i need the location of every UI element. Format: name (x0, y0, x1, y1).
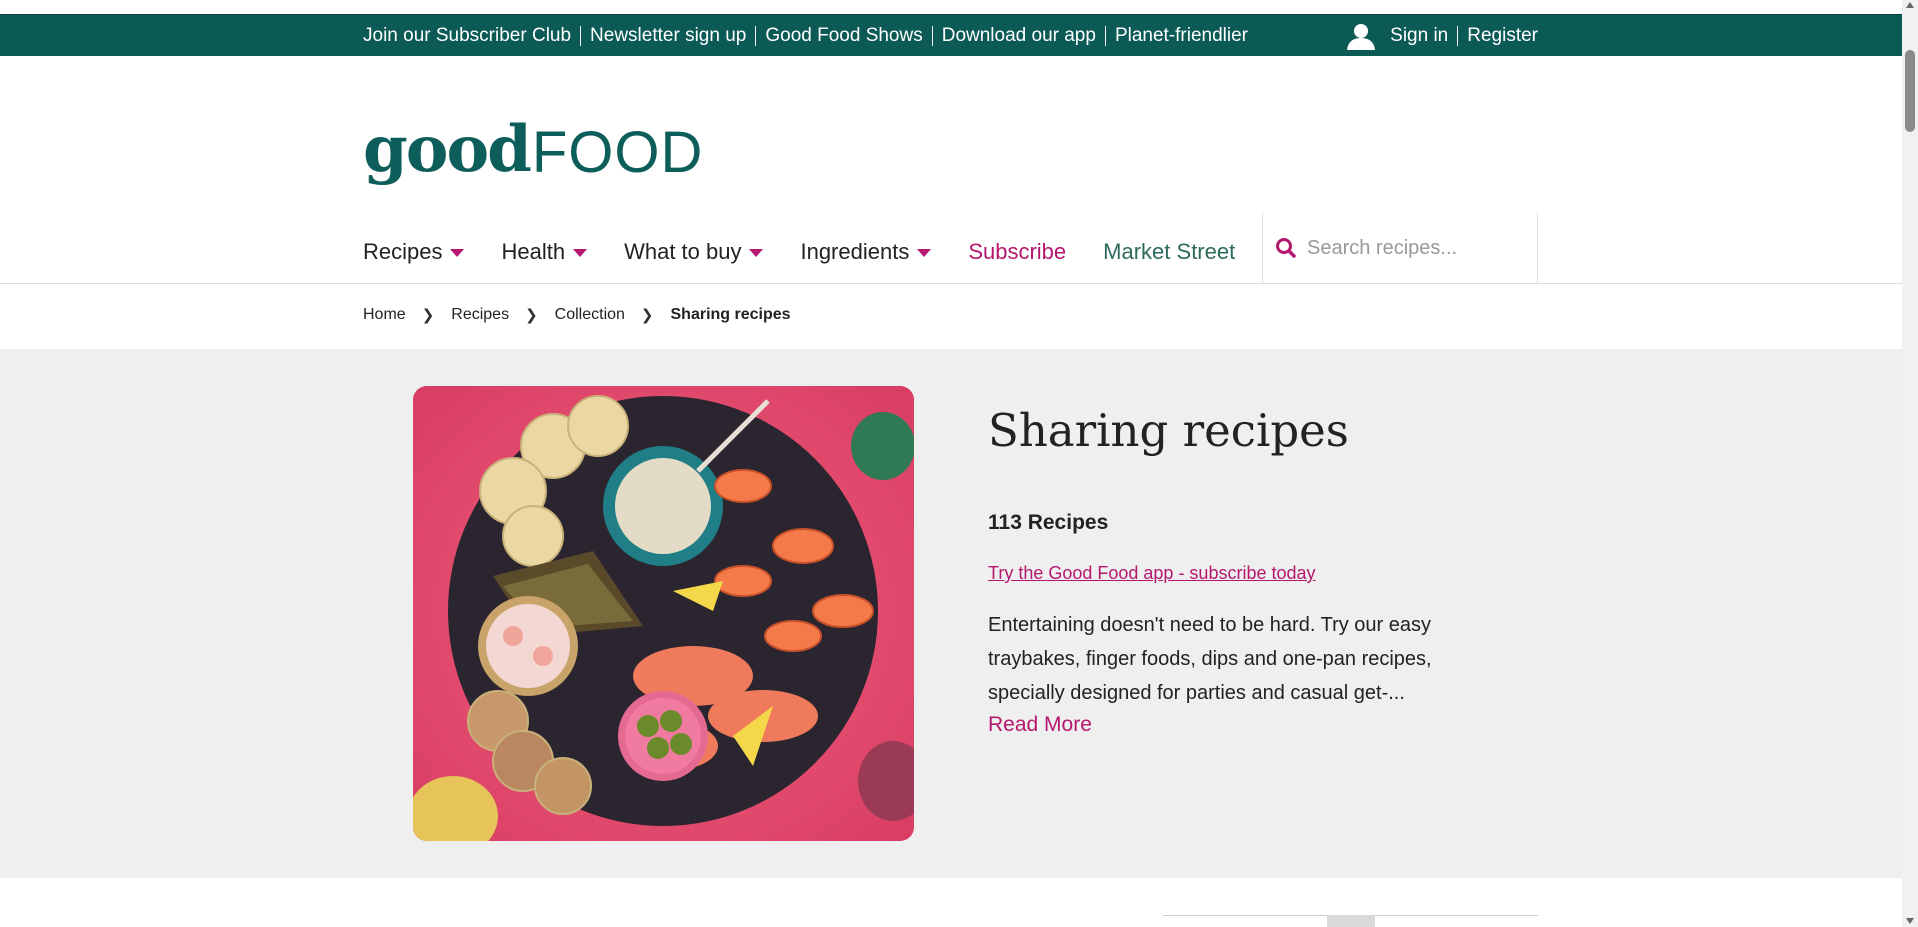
newsletter-link[interactable]: Newsletter sign up (590, 25, 746, 47)
breadcrumb-collection[interactable]: Collection (555, 306, 625, 324)
scroll-up-icon[interactable] (1906, 2, 1914, 8)
read-more-button[interactable]: Read More (988, 713, 1092, 737)
collection-hero (0, 349, 1902, 878)
browser-top-strip (0, 0, 1902, 14)
nav-health[interactable]: Health (501, 239, 588, 265)
search-box (1262, 213, 1538, 283)
caret-down-icon (749, 249, 764, 257)
chevron-right-icon: ❯ (640, 307, 654, 324)
hero-image (413, 386, 914, 841)
nav-ingredients[interactable]: Ingredients (800, 239, 932, 265)
nav-ingredients-label: Ingredients (800, 239, 910, 264)
app-subscribe-link[interactable]: Try the Good Food app - subscribe today (988, 563, 1316, 584)
search-icon[interactable] (1273, 235, 1299, 261)
subscriber-club-link[interactable]: Join our Subscriber Club (363, 25, 571, 47)
utility-links: Join our Subscriber Club Newsletter sign… (363, 15, 1248, 57)
chevron-right-icon: ❯ (525, 307, 538, 324)
chevron-right-icon: ❯ (421, 307, 435, 324)
page-title: Sharing recipes (988, 404, 1349, 457)
scrollbar-thumb[interactable] (1905, 50, 1915, 132)
scroll-down-icon[interactable] (1906, 918, 1914, 924)
seafood-sharing-platter-image (413, 386, 914, 841)
page-scrollbar[interactable] (1902, 0, 1918, 927)
divider (1457, 26, 1459, 46)
planet-friendlier-link[interactable]: Planet-friendlier (1115, 25, 1248, 47)
nav-what-to-buy[interactable]: What to buy (624, 239, 764, 265)
breadcrumb-recipes[interactable]: Recipes (451, 306, 509, 324)
recipe-count: 113 Recipes (988, 511, 1109, 534)
nav-what-to-buy-label: What to buy (624, 239, 742, 264)
search-input[interactable] (1307, 236, 1527, 260)
logo-food: FOOD (531, 120, 704, 185)
divider (1104, 26, 1106, 46)
sign-in-link[interactable]: Sign in (1390, 25, 1448, 47)
user-icon[interactable] (1346, 22, 1376, 50)
caret-down-icon (573, 249, 588, 257)
caret-down-icon (917, 249, 932, 257)
logo-good: good (363, 112, 532, 187)
breadcrumb-current: Sharing recipes (670, 306, 791, 323)
register-link[interactable]: Register (1467, 25, 1538, 47)
divider (755, 26, 757, 46)
nav-subscribe[interactable]: Subscribe (968, 239, 1066, 265)
nav-divider (0, 283, 1902, 284)
good-food-shows-link[interactable]: Good Food Shows (765, 25, 922, 47)
download-app-link[interactable]: Download our app (942, 25, 1096, 47)
breadcrumb-home[interactable]: Home (363, 306, 406, 324)
divider (580, 26, 582, 46)
utility-bar: Join our Subscriber Club Newsletter sign… (0, 14, 1902, 56)
account-links: Sign in Register (1346, 15, 1538, 57)
nav-health-label: Health (501, 239, 566, 264)
main-nav: Recipes Health What to buy Ingredients S… (363, 212, 1235, 292)
nav-recipes-label: Recipes (363, 239, 443, 264)
caret-down-icon (450, 249, 465, 257)
good-food-logo[interactable]: good FOOD (363, 92, 703, 182)
nav-recipes[interactable]: Recipes (363, 239, 465, 265)
nav-market-street[interactable]: Market Street (1103, 239, 1235, 265)
divider (931, 26, 933, 46)
breadcrumb: Home ❯ Recipes ❯ Collection ❯ Sharing re… (363, 306, 791, 324)
ad-label-tab (1327, 915, 1375, 927)
collection-description: Entertaining doesn't need to be hard. Tr… (988, 614, 1432, 704)
